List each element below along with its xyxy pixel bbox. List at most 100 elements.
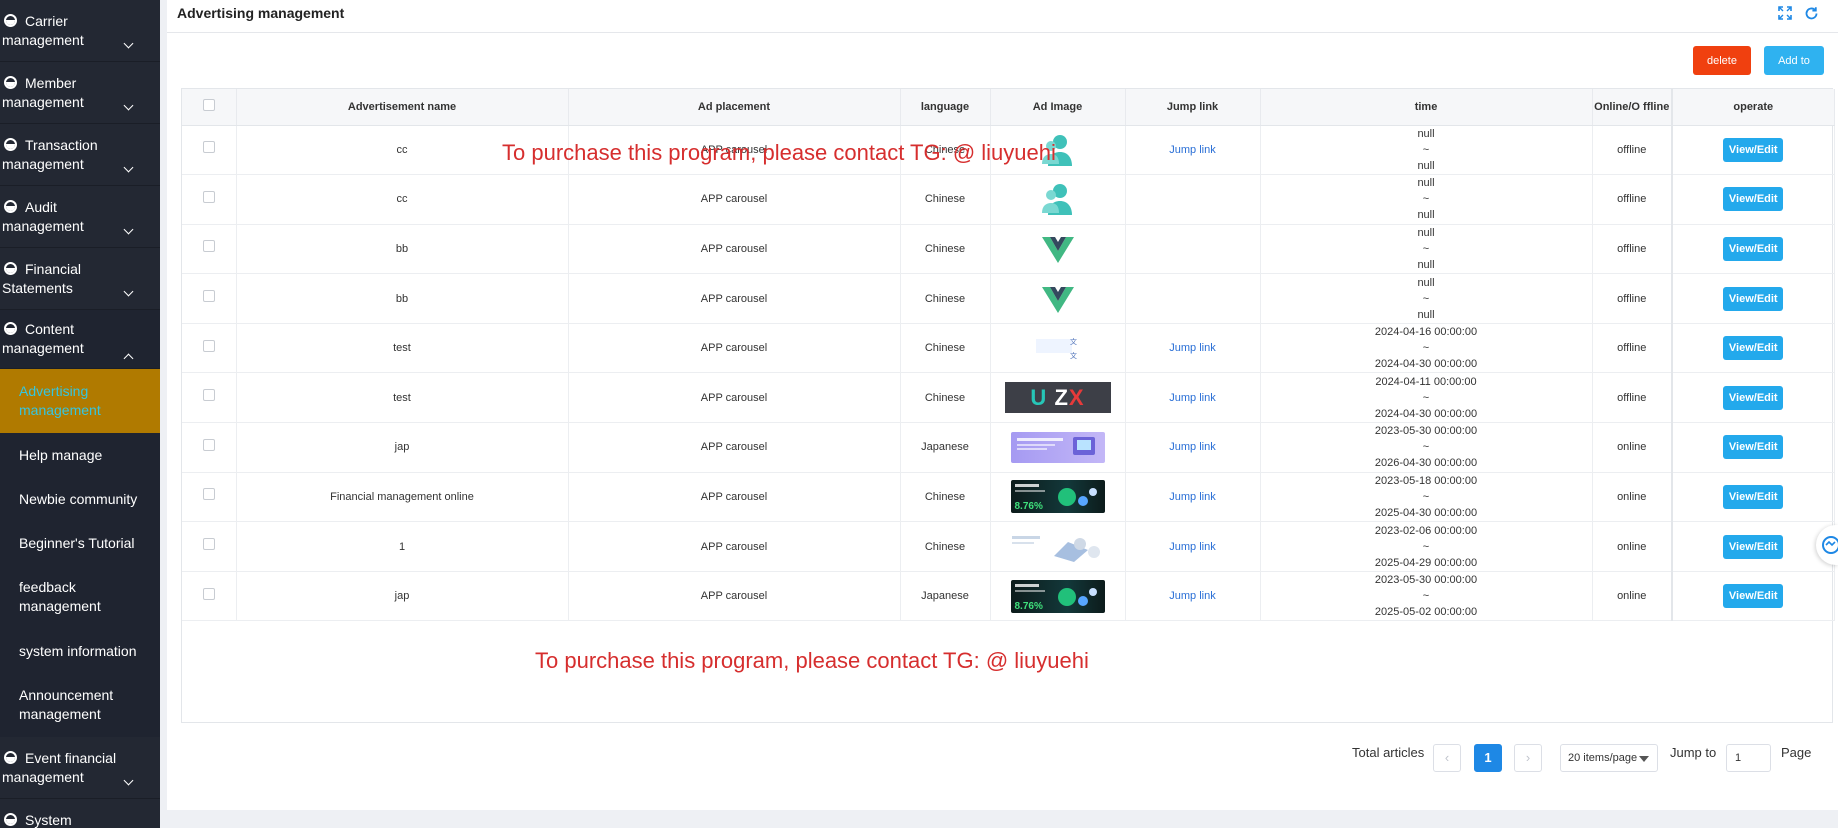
menu-icon — [4, 261, 17, 275]
jump-link[interactable]: Jump link — [1169, 590, 1215, 602]
add-button[interactable]: Add to — [1764, 46, 1824, 75]
menu-event-financial-management[interactable]: Event financial management — [0, 737, 160, 799]
row-checkbox[interactable] — [202, 488, 215, 501]
time-separator: ~ — [1422, 441, 1430, 454]
row-checkbox[interactable] — [202, 538, 215, 551]
row-checkbox[interactable] — [202, 587, 215, 600]
table-row: test APP carousel Chinese 文文 Jump link 2024-0… — [182, 323, 1835, 374]
people-icon — [1041, 184, 1072, 216]
jump-to-input[interactable]: 1 — [1726, 744, 1771, 772]
row-checkbox[interactable] — [202, 389, 215, 402]
prev-page-button[interactable]: ‹ — [1433, 744, 1461, 772]
menu-system-management[interactable]: System Management — [0, 799, 160, 828]
jump-link[interactable]: Jump link — [1169, 144, 1215, 156]
ad-image-cell — [990, 224, 1126, 275]
language-cell: Chinese — [900, 273, 991, 324]
operate-cell: View/Edit — [1671, 571, 1835, 622]
menu-content-management[interactable]: Content management — [0, 310, 160, 369]
ad-placement-cell: APP carousel — [568, 224, 901, 275]
jump-link[interactable]: Jump link — [1169, 441, 1215, 453]
start-time: null — [1417, 127, 1435, 140]
time-cell: 2024-04-16 00:00:00 ~2024-04-30 00:00:00 — [1260, 323, 1593, 374]
row-checkbox[interactable] — [202, 290, 215, 303]
menu-icon — [4, 13, 17, 27]
uzx-banner: U ZX — [1004, 382, 1111, 414]
view-edit-button[interactable]: View/Edit — [1723, 236, 1784, 261]
row-checkbox[interactable] — [202, 190, 215, 203]
view-edit-button[interactable]: View/Edit — [1723, 137, 1784, 162]
fullscreen-icon[interactable] — [1778, 6, 1792, 20]
ad-name-cell: test — [236, 372, 569, 424]
column-header: language — [900, 89, 991, 126]
end-time: null — [1417, 308, 1435, 321]
next-page-button[interactable]: › — [1514, 744, 1542, 772]
menu-icon — [4, 75, 17, 89]
time-cell: 2024-04-11 00:00:00 ~2024-04-30 00:00:00 — [1260, 372, 1593, 424]
menu-financial-statements[interactable]: Financial Statements — [0, 248, 160, 310]
menu-audit-management[interactable]: Audit management — [0, 186, 160, 248]
floating-assistant-button[interactable] — [1816, 525, 1838, 565]
jump-link-cell — [1125, 273, 1261, 324]
view-edit-button[interactable]: View/Edit — [1723, 187, 1784, 212]
ad-placement-cell: APP carousel — [568, 472, 901, 523]
time-cell: 2023-02-06 00:00:00 ~2025-04-29 00:00:00 — [1260, 521, 1593, 572]
row-select-cell — [182, 125, 237, 176]
jump-link[interactable]: Jump link — [1169, 392, 1215, 404]
jump-link[interactable]: Jump link — [1169, 342, 1215, 354]
sidebar-item-advertising-management[interactable]: Advertising management — [0, 369, 160, 433]
end-time: null — [1417, 258, 1435, 271]
sidebar-item-system-information[interactable]: system information — [0, 629, 160, 673]
finance-banner: 8.76% — [1010, 579, 1105, 613]
row-select-cell — [182, 224, 237, 275]
view-edit-button[interactable]: View/Edit — [1723, 534, 1784, 559]
sidebar-item-announcement-management[interactable]: Announcement management — [0, 673, 160, 737]
select-all-checkbox[interactable] — [202, 98, 215, 111]
ad-image-cell: U ZX — [990, 372, 1126, 424]
table-header: Advertisement name Ad placement language… — [182, 89, 1835, 126]
table-row: jap APP carousel Japanese Jump link 2023-05-… — [182, 422, 1835, 473]
page-1-button[interactable]: 1 — [1474, 744, 1502, 772]
view-edit-button[interactable]: View/Edit — [1723, 484, 1784, 509]
menu-member-management[interactable]: Member management — [0, 62, 160, 124]
vue-logo — [1041, 236, 1074, 263]
jump-link[interactable]: Jump link — [1169, 541, 1215, 553]
table-row: 1 APP carousel Chinese Jump link 2023-02-06 … — [182, 521, 1835, 572]
table-row: bb APP carousel Chinese null ~ null offline Vie… — [182, 273, 1835, 324]
row-select-cell — [182, 472, 237, 523]
ad-image-cell — [990, 273, 1126, 324]
sidebar-item-feedback-management[interactable]: feedback management — [0, 565, 160, 629]
row-checkbox[interactable] — [202, 339, 215, 352]
vue-logo — [1041, 286, 1074, 313]
ad-name-cell: cc — [236, 174, 569, 225]
content-submenu: Advertising management Help manage Newbi… — [0, 369, 160, 737]
page-size-select[interactable]: 20 items/page — [1560, 744, 1658, 772]
operate-cell: View/Edit — [1671, 125, 1835, 176]
status-cell: offline — [1592, 273, 1673, 324]
end-time: 2026-04-30 00:00:00 — [1374, 457, 1478, 470]
delete-button[interactable]: delete — [1693, 46, 1751, 75]
language-cell: Chinese — [900, 174, 991, 225]
view-edit-button[interactable]: View/Edit — [1723, 385, 1784, 410]
sidebar-item-newbie-community[interactable]: Newbie community — [0, 477, 160, 521]
row-checkbox[interactable] — [202, 438, 215, 451]
ad-placement-cell: APP carousel — [568, 125, 901, 176]
menu-icon — [4, 137, 17, 151]
view-edit-button[interactable]: View/Edit — [1723, 435, 1784, 460]
sidebar-item-help-manage[interactable]: Help manage — [0, 433, 160, 477]
menu-transaction-management[interactable]: Transaction management — [0, 124, 160, 186]
ad-placement-cell: APP carousel — [568, 174, 901, 225]
view-edit-button[interactable]: View/Edit — [1723, 584, 1784, 609]
ad-placement-cell: APP carousel — [568, 422, 901, 473]
view-edit-button[interactable]: View/Edit — [1723, 336, 1784, 361]
sidebar-item-beginners-tutorial[interactable]: Beginner's Tutorial — [0, 521, 160, 565]
start-time: null — [1417, 276, 1435, 289]
row-checkbox[interactable] — [202, 240, 215, 253]
view-edit-button[interactable]: View/Edit — [1723, 286, 1784, 311]
refresh-icon[interactable] — [1804, 6, 1818, 20]
jump-link[interactable]: Jump link — [1169, 491, 1215, 503]
people-icon — [1041, 134, 1072, 166]
menu-carrier-management[interactable]: Carrier management — [0, 0, 160, 62]
time-separator: ~ — [1422, 342, 1430, 355]
time-cell: 2023-05-18 00:00:00 ~2025-04-30 00:00:00 — [1260, 472, 1593, 523]
row-checkbox[interactable] — [202, 141, 215, 154]
